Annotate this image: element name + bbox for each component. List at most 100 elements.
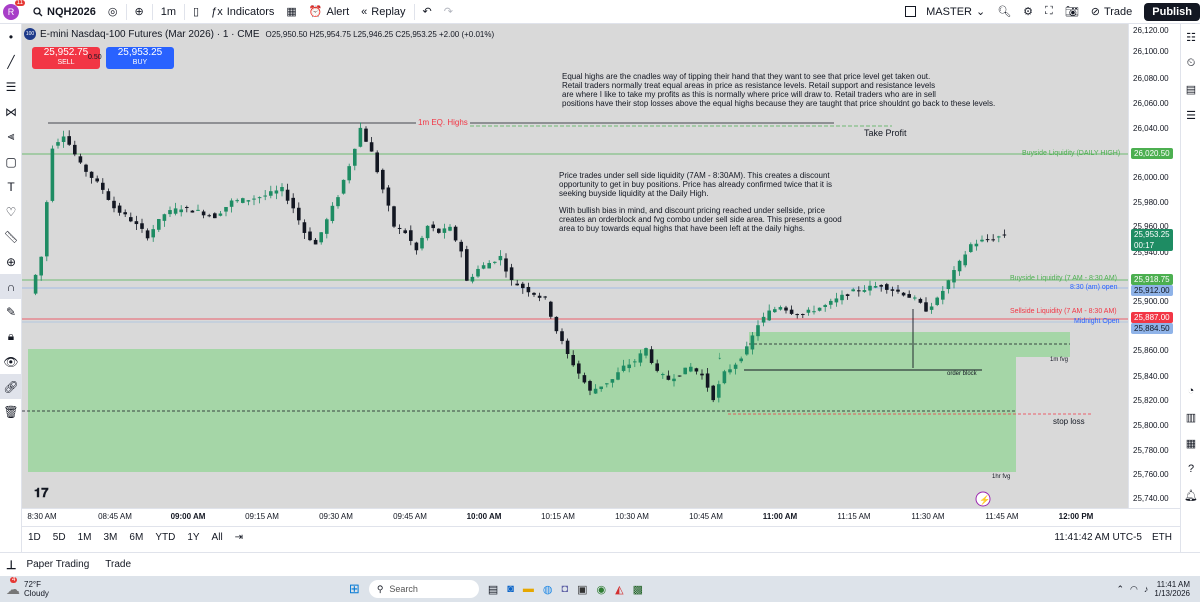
replay-button[interactable]: «Replay [355,0,411,24]
session-button[interactable]: ETH [1152,532,1172,543]
clock[interactable]: 11:41:42 AM UTC-5 [1054,532,1142,543]
candle-body [806,309,811,313]
undo-button[interactable]: ↶ [417,0,438,24]
trade-button[interactable]: ⊘ Trade [1085,0,1139,24]
candle-body [778,307,783,310]
templates-button[interactable]: ▦ [280,0,302,24]
candle-body [985,239,990,241]
wifi-icon[interactable]: ◠ [1130,584,1138,595]
fullscreen-button[interactable]: ⛶ [1039,0,1059,24]
teams-icon[interactable]: ◘ [561,583,568,595]
eye-icon[interactable]: 👁︎ [0,349,22,374]
chart-type-button[interactable]: ▯ [187,0,205,24]
outlook-icon[interactable]: ◙ [507,583,514,595]
redo-button[interactable]: ↷ [438,0,459,24]
calendar-icon[interactable]: ▦ [1181,430,1200,456]
magnet-icon[interactable]: ∩ [0,274,22,299]
data-window-icon[interactable]: ▤ [1181,76,1200,102]
symbol-search[interactable]: NQH2026 [27,0,102,24]
date-range-icon[interactable]: ⇥ [229,532,249,543]
tray-chevron-icon[interactable]: ⌃ [1117,584,1125,595]
layout-button[interactable]: MASTER ⌄ [899,0,991,24]
notifications-icon[interactable]: 🔔︎ [1181,482,1200,508]
settings-button[interactable]: ⚙ [1017,0,1039,24]
indicators-button[interactable]: ƒx Indicators [205,0,280,24]
candle-body [369,142,374,152]
quick-search-button[interactable]: 🔍︎ [991,0,1017,24]
lock-drawing-icon[interactable]: ✎ [0,299,22,324]
watchlist-icon[interactable]: ☷ [1181,24,1200,50]
period-1y[interactable]: 1Y [181,532,205,543]
weather-widget[interactable]: ☁ 4 72°F Cloudy [6,577,49,598]
symbol-compare-icon[interactable]: ◎ [102,0,124,24]
text-icon[interactable]: T [0,174,22,199]
timer-icon[interactable]: ◔ [1181,378,1200,404]
snapshot-button[interactable]: 📷︎ [1059,0,1085,24]
edge-icon[interactable]: ◍ [543,583,553,596]
svg-text:⚡: ⚡ [979,494,990,506]
buy-button[interactable]: 25,953.25 BUY [106,47,174,69]
open-830-label: 8:30 (am) open [1070,284,1118,291]
user-avatar[interactable]: R 11 [3,0,25,20]
excel-icon[interactable]: ▩ [633,583,643,596]
candle-body [924,302,928,312]
windows-start-icon[interactable]: ⊞ [349,581,360,597]
acrobat-icon[interactable]: ◭ [615,583,623,596]
app-icon[interactable]: ▣ [577,583,587,596]
alert-button[interactable]: ⏰ Alert [303,0,355,24]
period-1d[interactable]: 1D [22,532,47,543]
period-3m[interactable]: 3M [98,532,124,543]
pattern-icon[interactable]: ⋈ [0,99,22,124]
hotlist-icon[interactable]: ☰ [1181,102,1200,128]
candle-body [375,152,379,173]
volume-icon[interactable]: ♪ [1144,584,1149,594]
candle-body [756,325,760,337]
trash-icon[interactable]: 🗑︎ [0,399,22,424]
ohlc-values: O25,950.50 H25,954.75 L25,946.25 C25,953… [265,29,495,39]
candle-body [353,148,357,166]
period-6m[interactable]: 6M [123,532,149,543]
help-icon[interactable]: ? [1181,456,1200,482]
paper-trading-tab[interactable]: Paper Trading [26,559,89,570]
publish-button[interactable]: Publish [1144,2,1200,21]
lock-icon[interactable]: 🔒︎ [0,324,22,349]
dom-icon[interactable]: ▥ [1181,404,1200,430]
taskbar-search[interactable]: ⚲ Search [368,580,479,598]
shapes-icon[interactable]: ▢ [0,149,22,174]
folder-icon[interactable]: ▬ [523,583,534,595]
candle-body [218,213,223,216]
ruler-icon[interactable]: 📏︎ [0,224,22,249]
crosshair-icon[interactable]: • [0,24,22,49]
add-symbol-button[interactable]: ⊕ [129,0,150,24]
exchange-badge: 100 [24,28,36,40]
candle-body [509,267,514,281]
forecast-icon[interactable]: ⫷ [0,124,22,149]
candle-body [112,200,116,209]
period-ytd[interactable]: YTD [149,532,181,543]
fib-icon[interactable]: ☰ [0,74,22,99]
period-1m[interactable]: 1M [72,532,98,543]
candle-body [862,290,867,292]
candle-body [39,256,43,276]
trend-line-icon[interactable]: ╱ [0,49,22,74]
candle-body [78,156,83,163]
interval-button[interactable]: 1m [155,0,182,24]
candle-body [834,298,839,303]
zoom-icon[interactable]: ⊕ [0,249,22,274]
price-axis[interactable]: 26,120.00 26,100.00 26,080.00 26,060.00 … [1128,24,1180,508]
link-icon[interactable]: 🔗︎ [0,374,22,399]
chart-pane[interactable]: ↓ 𝟏𝟕 ⚡ 100 E-mini Nasdaq-100 Futures (Ma… [22,24,1128,508]
candle-body [941,290,945,300]
time-axis[interactable]: 8:30 AM 08:45 AM 09:00 AM 09:15 AM 09:30… [22,508,1180,526]
period-5d[interactable]: 5D [47,532,72,543]
chrome-icon[interactable]: ◉ [597,583,607,596]
fvg-1hr-zone [28,349,1016,472]
candle-body [952,270,956,283]
system-clock[interactable]: 11:41 AM 1/13/2026 [1154,580,1190,598]
paper-trade-tab[interactable]: Trade [105,559,131,570]
period-all[interactable]: All [206,532,229,543]
candle-body [493,261,497,263]
favorites-icon[interactable]: ♡ [0,199,22,224]
alerts-icon[interactable]: ⏲ [1181,50,1200,76]
files-icon[interactable]: ▤ [488,583,498,596]
